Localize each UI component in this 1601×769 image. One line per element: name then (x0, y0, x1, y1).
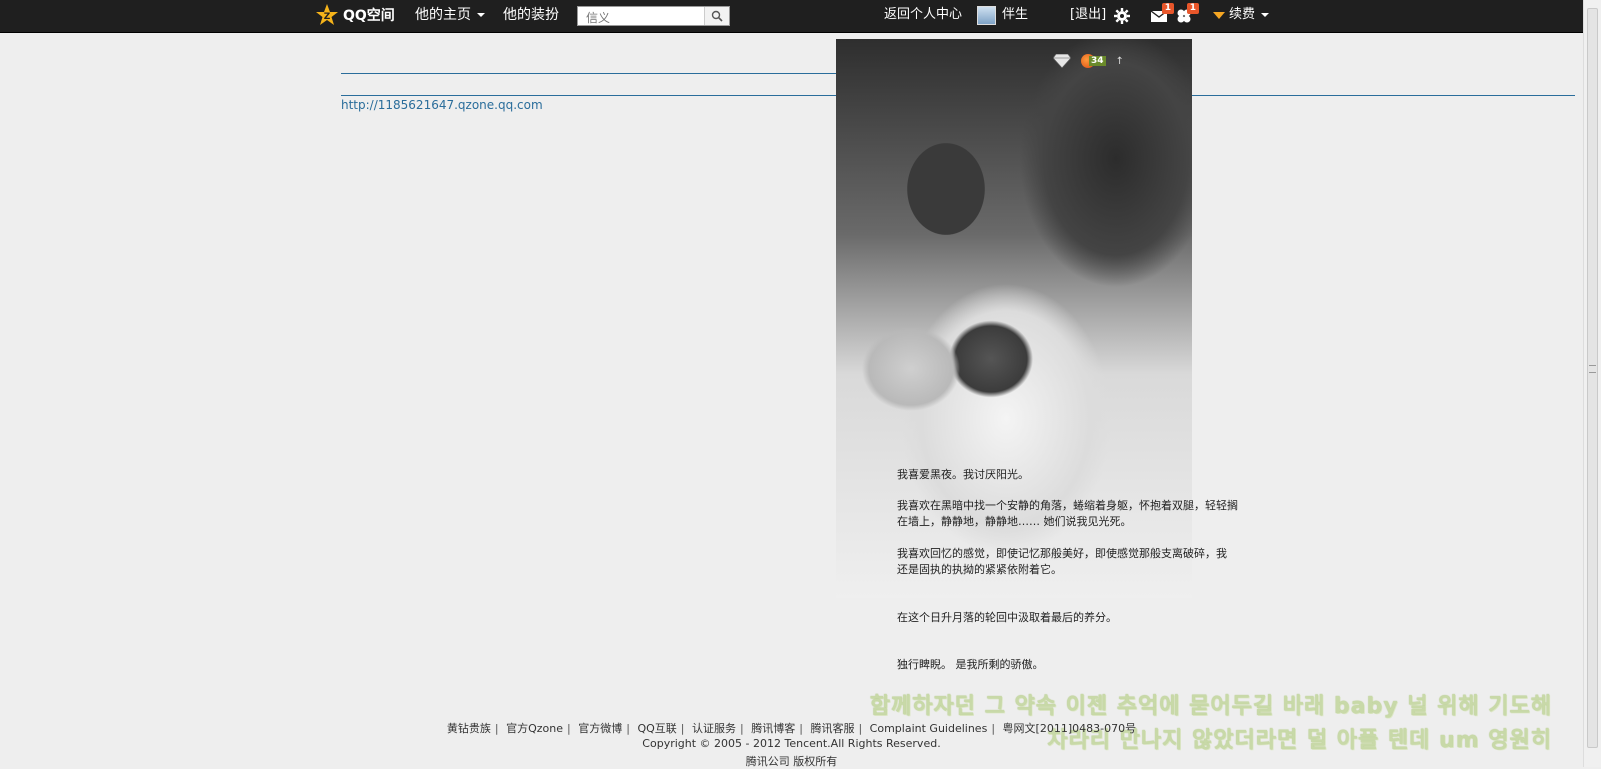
nav-his-homepage-label: 他的主页 (415, 7, 471, 23)
footer-links: 黄钻贵族 | 官方Qzone | 官方微博 | QQ互联 | 认证服务 | 腾讯博客 | 腾… (446, 722, 1137, 735)
copyright-text: Copyright © 2005 - 2012 Tencent.All Righ… (642, 737, 941, 750)
scrollbar-thumb[interactable] (1587, 8, 1598, 748)
footer-link-official-qzone[interactable]: 官方Qzone (506, 722, 563, 735)
lyric-line-1: 함께하자던 그 약속 이젠 추억에 묻어두길 바래 baby 널 위해 기도해 (869, 694, 1552, 719)
poem-line-5: 独行睥睨。 是我所剩的骄傲。 (897, 658, 1044, 671)
poem-line-4: 在这个日升月落的轮回中汲取着最后的养分。 (897, 611, 1117, 624)
fruit-level[interactable]: 34 (1081, 54, 1106, 68)
star-logo-icon: Z (316, 4, 338, 25)
yellow-diamond-icon[interactable] (1053, 54, 1071, 68)
notice-count-badge: 1 (1186, 3, 1199, 14)
search-input[interactable] (578, 9, 708, 27)
renew-vip-menu[interactable]: 续费 (1213, 0, 1270, 30)
renew-label: 续费 (1229, 7, 1256, 22)
gear-icon (1114, 8, 1130, 24)
nav-his-dress[interactable]: 他的装扮 (503, 0, 559, 32)
diamond-icon (1213, 11, 1225, 19)
chevron-down-icon (477, 13, 485, 17)
back-to-personal-center-link[interactable]: 返回个人中心 (884, 0, 962, 30)
nav-his-homepage[interactable]: 他的主页 (415, 0, 485, 32)
space-status-icons: 34 ↑ (1053, 54, 1124, 68)
space-url-link[interactable]: http://1185621647.qzone.qq.com (341, 98, 543, 112)
poem-line-1: 我喜爱黑夜。我讨厌阳光。 (897, 468, 1029, 481)
top-navigation-bar: Z QQ空间 他的主页 他的装扮 返回个人中心 伴生 [退出] (0, 0, 1583, 33)
search-button[interactable] (704, 7, 729, 25)
footer-link-complaint-guidelines[interactable]: Complaint Guidelines (870, 722, 988, 735)
footer-link-customer-service[interactable]: 腾讯客服 (810, 722, 854, 735)
poem-line-3: 我喜欢回忆的感觉，即使记忆那般美好，即使感觉那般支离破碎，我还是固执的执拗的紧紧… (897, 547, 1227, 576)
arrow-up-icon: ↑ (1115, 55, 1124, 67)
vertical-scrollbar[interactable] (1583, 0, 1601, 767)
svg-text:Z: Z (324, 12, 331, 22)
search-box (577, 6, 730, 27)
username-link[interactable]: 伴生 (1002, 0, 1028, 30)
mail-button[interactable]: 1 (1150, 3, 1174, 25)
chevron-down-icon (1261, 13, 1270, 17)
nav-his-dress-label: 他的装扮 (503, 7, 559, 23)
settings-button[interactable] (1113, 7, 1131, 25)
footer-link-qq-connect[interactable]: QQ互联 (637, 722, 676, 735)
footer-link-official-weibo[interactable]: 官方微博 (578, 722, 622, 735)
fruit-count: 34 (1089, 56, 1106, 66)
footer-link-tencent-blog[interactable]: 腾讯博客 (751, 722, 795, 735)
footer-link-verification[interactable]: 认证服务 (692, 722, 736, 735)
footer-link-license[interactable]: 粤网文[2011]0483-070号 (1003, 722, 1137, 735)
scrollbar-grip-icon (1589, 365, 1596, 373)
logout-link[interactable]: [退出] (1070, 0, 1106, 30)
poem-line-2: 我喜欢在黑暗中找一个安静的角落，蜷缩着身躯，怀抱着双腿，轻轻搁在墙上，静静地，静… (897, 499, 1238, 528)
mail-count-badge: 1 (1161, 3, 1174, 14)
search-icon (711, 10, 723, 22)
avatar[interactable] (977, 6, 996, 25)
notice-button[interactable]: 1 (1175, 3, 1199, 25)
footer-link-yellow-diamond[interactable]: 黄钻贵族 (447, 722, 491, 735)
qzone-logo[interactable]: Z QQ空间 (315, 3, 395, 27)
logo-text: QQ空间 (343, 8, 395, 24)
